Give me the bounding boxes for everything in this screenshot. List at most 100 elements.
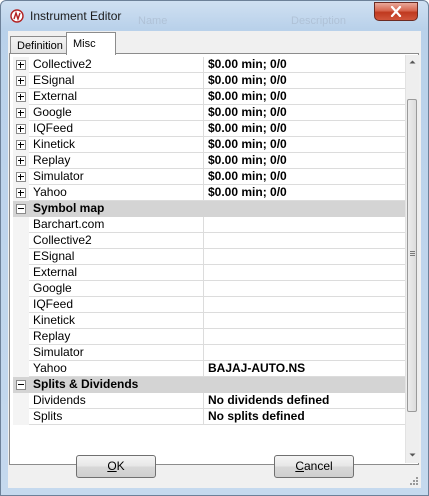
tab-definition[interactable]: Definition xyxy=(10,36,67,54)
row-gutter xyxy=(13,201,29,217)
property-name: Yahoo xyxy=(30,361,204,376)
row-gutter xyxy=(13,345,29,361)
expand-plus-icon[interactable] xyxy=(16,60,26,70)
collapse-minus-icon[interactable] xyxy=(16,380,26,390)
property-row[interactable]: IQFeed $0.00 min; 0/0 xyxy=(13,121,405,137)
property-value[interactable] xyxy=(205,233,405,248)
property-value[interactable] xyxy=(205,281,405,296)
property-row[interactable]: Splits No splits defined xyxy=(13,409,405,425)
property-value[interactable]: $0.00 min; 0/0 xyxy=(205,89,405,104)
property-row[interactable]: Collective2 xyxy=(13,233,405,249)
property-row[interactable]: Google xyxy=(13,281,405,297)
row-gutter xyxy=(13,265,29,281)
property-value[interactable] xyxy=(205,249,405,264)
property-row[interactable]: Yahoo BAJAJ-AUTO.NS xyxy=(13,361,405,377)
vertical-scrollbar[interactable] xyxy=(405,55,419,463)
row-gutter xyxy=(13,57,29,73)
property-value[interactable] xyxy=(205,345,405,360)
expand-plus-icon[interactable] xyxy=(16,188,26,198)
property-grid[interactable]: Collective2 $0.00 min; 0/0 ESignal $0.00 mi… xyxy=(13,57,405,461)
property-name: External xyxy=(30,89,204,104)
property-value[interactable]: No dividends defined xyxy=(205,393,405,408)
expand-plus-icon[interactable] xyxy=(16,124,26,134)
property-row[interactable]: Replay $0.00 min; 0/0 xyxy=(13,153,405,169)
property-name: Kinetick xyxy=(30,313,204,328)
scrollbar-thumb[interactable] xyxy=(407,99,417,412)
expand-plus-icon[interactable] xyxy=(16,140,26,150)
property-name: External xyxy=(30,265,204,280)
property-value[interactable] xyxy=(205,329,405,344)
property-row[interactable]: Barchart.com xyxy=(13,217,405,233)
property-value[interactable] xyxy=(205,265,405,280)
dialog-client-area: Definition Misc Collective2 $0.00 min; 0/… xyxy=(8,31,421,488)
property-name: Barchart.com xyxy=(30,217,204,232)
collapse-minus-icon[interactable] xyxy=(16,204,26,214)
row-gutter xyxy=(13,169,29,185)
arrow-down-icon[interactable] xyxy=(406,448,419,462)
property-value[interactable] xyxy=(205,217,405,232)
ninja-logo-icon xyxy=(10,9,24,23)
row-gutter xyxy=(13,393,29,409)
category-row[interactable]: Symbol map xyxy=(13,201,405,217)
thumb-grip xyxy=(410,253,415,254)
property-value[interactable] xyxy=(205,313,405,328)
property-name: IQFeed xyxy=(30,297,204,312)
expand-plus-icon[interactable] xyxy=(16,156,26,166)
property-row[interactable]: Dividends No dividends defined xyxy=(13,393,405,409)
property-value[interactable]: $0.00 min; 0/0 xyxy=(205,73,405,88)
property-value[interactable]: $0.00 min; 0/0 xyxy=(205,185,405,200)
resize-grip-icon[interactable] xyxy=(408,475,418,485)
category-row[interactable]: Splits & Dividends xyxy=(13,377,405,393)
property-row[interactable]: IQFeed xyxy=(13,297,405,313)
property-row[interactable]: Kinetick $0.00 min; 0/0 xyxy=(13,137,405,153)
property-row[interactable]: ESignal $0.00 min; 0/0 xyxy=(13,73,405,89)
close-icon xyxy=(390,6,402,17)
property-name: Simulator xyxy=(30,345,204,360)
property-row[interactable]: Kinetick xyxy=(13,313,405,329)
window-title: Instrument Editor xyxy=(30,9,122,23)
property-row[interactable]: External $0.00 min; 0/0 xyxy=(13,89,405,105)
property-value[interactable]: $0.00 min; 0/0 xyxy=(205,153,405,168)
property-value[interactable]: BAJAJ-AUTO.NS xyxy=(205,361,405,376)
expand-plus-icon[interactable] xyxy=(16,92,26,102)
property-row[interactable]: Simulator xyxy=(13,345,405,361)
row-gutter xyxy=(13,89,29,105)
row-gutter xyxy=(13,409,29,425)
cancel-button[interactable]: Cancel xyxy=(274,455,354,478)
property-name: Dividends xyxy=(30,393,204,408)
row-gutter xyxy=(13,137,29,153)
row-gutter xyxy=(13,185,29,201)
row-gutter xyxy=(13,73,29,89)
property-value[interactable]: $0.00 min; 0/0 xyxy=(205,169,405,184)
property-value[interactable]: $0.00 min; 0/0 xyxy=(205,137,405,152)
property-row[interactable]: External xyxy=(13,265,405,281)
property-row[interactable]: Collective2 $0.00 min; 0/0 xyxy=(13,57,405,73)
expand-plus-icon[interactable] xyxy=(16,172,26,182)
property-row[interactable]: Replay xyxy=(13,329,405,345)
instrument-editor-window: Instrument Editor Name Description Defin… xyxy=(0,0,429,496)
tab-misc[interactable]: Misc xyxy=(66,32,116,55)
ok-button[interactable]: OK xyxy=(76,455,156,478)
expand-plus-icon[interactable] xyxy=(16,108,26,118)
property-row[interactable]: Google $0.00 min; 0/0 xyxy=(13,105,405,121)
property-value[interactable] xyxy=(205,297,405,312)
thumb-grip xyxy=(410,251,415,252)
row-gutter xyxy=(13,233,29,249)
property-value[interactable]: $0.00 min; 0/0 xyxy=(205,121,405,136)
close-button[interactable] xyxy=(374,2,418,21)
property-name: ESignal xyxy=(30,249,204,264)
property-name: ESignal xyxy=(30,73,204,88)
arrow-up-icon[interactable] xyxy=(406,55,419,69)
property-name: Replay xyxy=(30,153,204,168)
property-value[interactable]: No splits defined xyxy=(205,409,405,424)
expand-plus-icon[interactable] xyxy=(16,76,26,86)
property-value[interactable]: $0.00 min; 0/0 xyxy=(205,57,405,72)
property-name: Collective2 xyxy=(30,233,204,248)
title-bar[interactable]: Instrument Editor Name Description xyxy=(1,1,428,31)
thumb-grip xyxy=(410,255,415,256)
property-value[interactable]: $0.00 min; 0/0 xyxy=(205,105,405,120)
property-name: Replay xyxy=(30,329,204,344)
property-row[interactable]: Simulator $0.00 min; 0/0 xyxy=(13,169,405,185)
property-row[interactable]: ESignal xyxy=(13,249,405,265)
property-row[interactable]: Yahoo $0.00 min; 0/0 xyxy=(13,185,405,201)
